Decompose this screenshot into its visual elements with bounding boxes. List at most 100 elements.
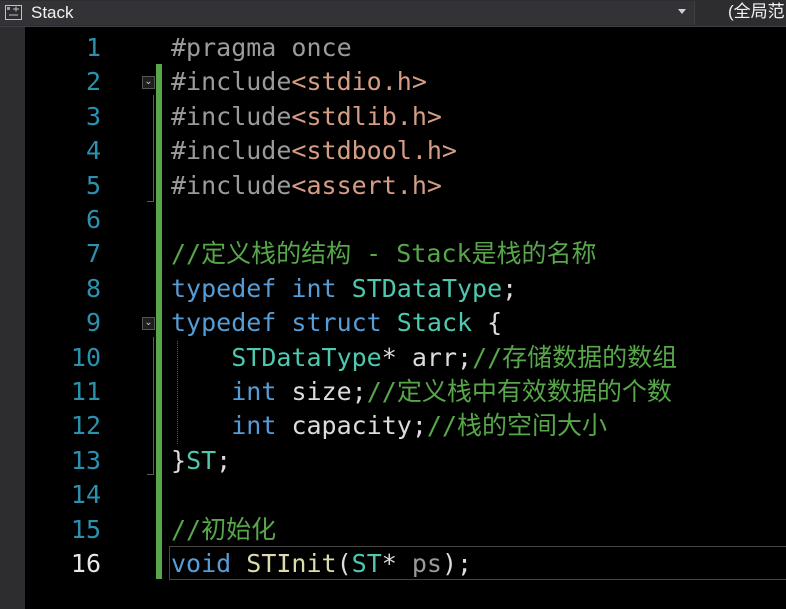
- code-token: STDataType: [351, 273, 503, 303]
- code-token: //栈的空间大小: [426, 411, 608, 441]
- code-token: *: [381, 342, 412, 372]
- code-token: ;: [351, 377, 367, 406]
- code-text[interactable]: void STInit(ST* ps);: [171, 547, 472, 581]
- code-token: }: [171, 445, 187, 475]
- code-token: //存储数据的数组: [472, 342, 678, 372]
- code-token: //定义栈中有效数据的个数: [366, 377, 672, 406]
- navigation-bar: Stack (全局范: [0, 0, 786, 27]
- collapse-struct-block-icon[interactable]: ⌄: [142, 317, 155, 331]
- code-token: );: [441, 549, 473, 578]
- code-text[interactable]: //定义栈的结构 - Stack是栈的名称: [171, 237, 597, 271]
- line-number: 2: [85, 67, 101, 97]
- code-token: capacity: [291, 411, 412, 441]
- code-line[interactable]: 5 #include<assert.h>: [25, 169, 786, 204]
- code-text[interactable]: #include<assert.h>: [171, 169, 442, 203]
- code-text[interactable]: typedef int STDataType;: [171, 272, 517, 306]
- line-number: 14: [70, 480, 101, 510]
- line-number: 1: [85, 33, 101, 62]
- code-line[interactable]: 10 STDataType* arr;//存储数据的数组: [25, 341, 786, 376]
- code-token: *: [381, 549, 412, 578]
- code-line[interactable]: 8 typedef int STDataType;: [25, 272, 786, 307]
- code-text[interactable]: #pragma once: [171, 31, 352, 65]
- code-token: int: [291, 273, 337, 303]
- project-file-icon: [5, 5, 22, 20]
- code-token: #include: [171, 136, 292, 166]
- line-number: 5: [85, 170, 101, 200]
- line-number: 7: [85, 239, 101, 269]
- line-number: 12: [70, 411, 101, 441]
- code-token: STDataType: [231, 342, 382, 372]
- code-token: int: [231, 411, 277, 441]
- line-number: 13: [70, 445, 101, 475]
- code-text[interactable]: #include<stdbool.h>: [171, 134, 457, 168]
- code-text[interactable]: }ST;: [171, 444, 231, 478]
- code-text[interactable]: int size;//定义栈中有效数据的个数: [171, 375, 672, 409]
- code-token: ;: [216, 445, 232, 475]
- project-scope-dropdown[interactable]: Stack: [0, 1, 695, 25]
- code-line[interactable]: 14: [25, 478, 786, 513]
- line-number: 16: [70, 549, 101, 578]
- code-editor[interactable]: 1 #pragma once 2 #include<stdio.h> 3 #include…: [25, 27, 786, 609]
- code-text[interactable]: int capacity;//栈的空间大小: [171, 409, 607, 443]
- code-token: <assert.h>: [291, 170, 442, 200]
- code-text[interactable]: #include<stdlib.h>: [171, 100, 442, 134]
- line-number: 6: [85, 205, 101, 234]
- code-line[interactable]: 12 int capacity;//栈的空间大小: [25, 409, 786, 444]
- code-line[interactable]: 1 #pragma once: [25, 31, 786, 66]
- chevron-down-icon[interactable]: [678, 9, 686, 14]
- code-token: ;: [411, 411, 427, 441]
- code-token: size: [291, 377, 352, 406]
- collapse-include-block-icon[interactable]: ⌄: [142, 76, 155, 90]
- code-line[interactable]: 7 //定义栈的结构 - Stack是栈的名称: [25, 237, 786, 272]
- code-line[interactable]: 9 typedef struct Stack {: [25, 306, 786, 341]
- code-token: <stdio.h>: [291, 67, 427, 97]
- code-token: ST: [351, 549, 382, 578]
- code-token: #include: [171, 101, 292, 131]
- code-line[interactable]: 2 #include<stdio.h>: [25, 65, 786, 100]
- code-token: //定义栈的结构 - Stack是栈的名称: [171, 239, 597, 269]
- editor-left-margin: [0, 27, 25, 609]
- code-token: ST: [186, 445, 217, 475]
- code-line[interactable]: 13}ST;: [25, 444, 786, 479]
- code-token: (: [336, 549, 352, 578]
- code-token: <stdbool.h>: [291, 136, 457, 166]
- code-line[interactable]: 16 void STInit(ST* ps);: [25, 547, 786, 582]
- code-token: struct: [291, 308, 382, 338]
- code-text[interactable]: STDataType* arr;//存储数据的数组: [171, 341, 677, 375]
- code-token: #pragma once: [171, 33, 352, 62]
- code-line[interactable]: 15 //初始化: [25, 513, 786, 548]
- code-token: ps: [411, 549, 442, 578]
- line-number: 10: [70, 342, 101, 372]
- code-token: typedef: [171, 273, 277, 303]
- code-token: Stack: [396, 308, 473, 338]
- code-line[interactable]: 11 int size;//定义栈中有效数据的个数: [25, 375, 786, 410]
- code-line[interactable]: 3 #include<stdlib.h>: [25, 100, 786, 135]
- scope-file-label: Stack: [31, 3, 74, 22]
- code-token: void: [171, 549, 232, 578]
- line-number: 8: [85, 273, 101, 303]
- code-text[interactable]: //初始化: [171, 513, 276, 547]
- member-scope-dropdown[interactable]: (全局范: [728, 2, 785, 22]
- code-token: #include: [171, 170, 292, 200]
- code-token: ;: [457, 342, 473, 372]
- line-number: 11: [70, 377, 101, 406]
- code-token: ;: [502, 273, 518, 303]
- code-line[interactable]: 6: [25, 203, 786, 238]
- code-token: #include: [171, 67, 292, 97]
- code-token: STInit: [246, 549, 337, 578]
- line-number: 4: [85, 136, 101, 166]
- line-number: 3: [85, 101, 101, 131]
- line-number: 9: [85, 308, 101, 338]
- code-token: {: [472, 308, 503, 338]
- code-text[interactable]: #include<stdio.h>: [171, 65, 427, 99]
- code-line[interactable]: 4 #include<stdbool.h>: [25, 134, 786, 169]
- code-text[interactable]: typedef struct Stack {: [171, 306, 502, 340]
